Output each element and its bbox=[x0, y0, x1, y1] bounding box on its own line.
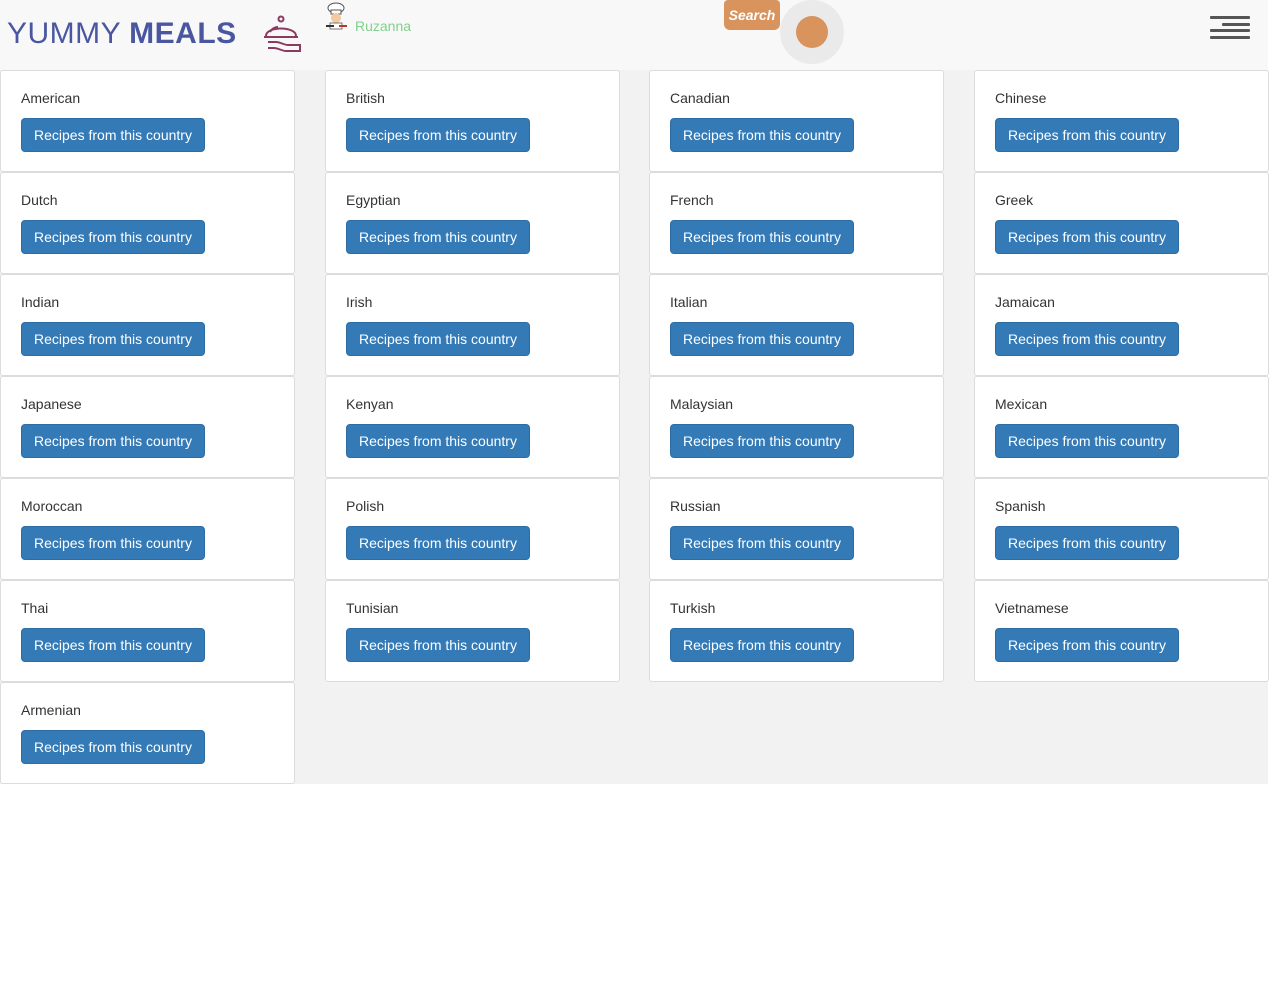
country-name: Japanese bbox=[21, 396, 82, 412]
site-logo[interactable]: YUMMY MEALS bbox=[7, 14, 237, 54]
recipes-from-country-button[interactable]: Recipes from this country bbox=[21, 628, 205, 662]
logo-word-yummy: YUMMY bbox=[7, 17, 122, 50]
country-name: Kenyan bbox=[346, 396, 394, 412]
country-card-thai: Thai Recipes from this country bbox=[0, 580, 295, 682]
country-name: British bbox=[346, 90, 385, 106]
recipes-from-country-button[interactable]: Recipes from this country bbox=[670, 424, 854, 458]
country-card-british: British Recipes from this country bbox=[325, 70, 620, 172]
country-name: Mexican bbox=[995, 396, 1048, 412]
country-name: Canadian bbox=[670, 90, 730, 106]
search-button[interactable]: Search bbox=[724, 0, 780, 30]
recipes-from-country-button[interactable]: Recipes from this country bbox=[670, 526, 854, 560]
recipes-from-country-button[interactable]: Recipes from this country bbox=[21, 424, 205, 458]
country-name: French bbox=[670, 192, 714, 208]
user-profile[interactable]: Ruzanna bbox=[322, 2, 411, 34]
recipes-from-country-button[interactable]: Recipes from this country bbox=[670, 118, 854, 152]
recipes-from-country-button[interactable]: Recipes from this country bbox=[995, 322, 1179, 356]
country-card-malaysian: Malaysian Recipes from this country bbox=[649, 376, 944, 478]
country-card-polish: Polish Recipes from this country bbox=[325, 478, 620, 580]
country-name: Italian bbox=[670, 294, 708, 310]
cloche-icon bbox=[264, 15, 301, 52]
country-card-jamaican: Jamaican Recipes from this country bbox=[974, 274, 1269, 376]
country-card-mexican: Mexican Recipes from this country bbox=[974, 376, 1269, 478]
country-card-chinese: Chinese Recipes from this country bbox=[974, 70, 1269, 172]
recipes-from-country-button[interactable]: Recipes from this country bbox=[346, 424, 530, 458]
country-name: Greek bbox=[995, 192, 1034, 208]
country-name: American bbox=[21, 90, 81, 106]
country-name: Vietnamese bbox=[995, 600, 1069, 616]
recipes-from-country-button[interactable]: Recipes from this country bbox=[21, 322, 205, 356]
country-name: Indian bbox=[21, 294, 60, 310]
chef-icon bbox=[326, 2, 347, 30]
recipes-from-country-button[interactable]: Recipes from this country bbox=[21, 730, 205, 764]
country-card-russian: Russian Recipes from this country bbox=[649, 478, 944, 580]
country-name: Armenian bbox=[21, 702, 81, 718]
search-toggle[interactable] bbox=[780, 0, 844, 64]
country-card-tunisian: Tunisian Recipes from this country bbox=[325, 580, 620, 682]
recipes-from-country-button[interactable]: Recipes from this country bbox=[346, 118, 530, 152]
recipes-from-country-button[interactable]: Recipes from this country bbox=[995, 118, 1179, 152]
recipes-from-country-button[interactable]: Recipes from this country bbox=[346, 220, 530, 254]
country-card-turkish: Turkish Recipes from this country bbox=[649, 580, 944, 682]
recipes-from-country-button[interactable]: Recipes from this country bbox=[670, 220, 854, 254]
country-card-spanish: Spanish Recipes from this country bbox=[974, 478, 1269, 580]
country-name: Spanish bbox=[995, 498, 1046, 514]
country-card-dutch: Dutch Recipes from this country bbox=[0, 172, 295, 274]
country-card-japanese: Japanese Recipes from this country bbox=[0, 376, 295, 478]
country-card-armenian: Armenian Recipes from this country bbox=[0, 682, 295, 784]
country-card-kenyan: Kenyan Recipes from this country bbox=[325, 376, 620, 478]
country-card-egyptian: Egyptian Recipes from this country bbox=[325, 172, 620, 274]
country-name: Chinese bbox=[995, 90, 1047, 106]
country-name: Malaysian bbox=[670, 396, 734, 412]
country-card-greek: Greek Recipes from this country bbox=[974, 172, 1269, 274]
logo-word-meals: MEALS bbox=[129, 17, 237, 50]
recipes-from-country-button[interactable]: Recipes from this country bbox=[21, 118, 205, 152]
country-name: Tunisian bbox=[346, 600, 399, 616]
country-name: Polish bbox=[346, 498, 385, 514]
country-card-moroccan: Moroccan Recipes from this country bbox=[0, 478, 295, 580]
country-card-indian: Indian Recipes from this country bbox=[0, 274, 295, 376]
country-name: Egyptian bbox=[346, 192, 401, 208]
country-card-canadian: Canadian Recipes from this country bbox=[649, 70, 944, 172]
country-name: Thai bbox=[21, 600, 49, 616]
user-name[interactable]: Ruzanna bbox=[355, 18, 411, 34]
country-name: Dutch bbox=[21, 192, 58, 208]
recipes-from-country-button[interactable]: Recipes from this country bbox=[346, 322, 530, 356]
country-name: Russian bbox=[670, 498, 721, 514]
recipes-from-country-button[interactable]: Recipes from this country bbox=[670, 322, 854, 356]
header-bar: YUMMY MEALS Ruzanna Search bbox=[0, 0, 1268, 70]
country-card-italian: Italian Recipes from this country bbox=[649, 274, 944, 376]
country-name: Turkish bbox=[670, 600, 716, 616]
recipes-from-country-button[interactable]: Recipes from this country bbox=[995, 628, 1179, 662]
recipes-from-country-button[interactable]: Recipes from this country bbox=[21, 220, 205, 254]
recipes-from-country-button[interactable]: Recipes from this country bbox=[346, 628, 530, 662]
recipes-from-country-button[interactable]: Recipes from this country bbox=[995, 526, 1179, 560]
search-toggle-knob bbox=[796, 16, 828, 48]
recipes-from-country-button[interactable]: Recipes from this country bbox=[995, 424, 1179, 458]
recipes-from-country-button[interactable]: Recipes from this country bbox=[670, 628, 854, 662]
recipes-from-country-button[interactable]: Recipes from this country bbox=[346, 526, 530, 560]
country-card-vietnamese: Vietnamese Recipes from this country bbox=[974, 580, 1269, 682]
country-name: Moroccan bbox=[21, 498, 83, 514]
hamburger-menu-icon[interactable] bbox=[1206, 16, 1250, 44]
recipes-from-country-button[interactable]: Recipes from this country bbox=[995, 220, 1179, 254]
recipes-from-country-button[interactable]: Recipes from this country bbox=[21, 526, 205, 560]
country-card-american: American Recipes from this country bbox=[0, 70, 295, 172]
country-name: Jamaican bbox=[995, 294, 1055, 310]
country-card-irish: Irish Recipes from this country bbox=[325, 274, 620, 376]
country-name: Irish bbox=[346, 294, 373, 310]
country-card-french: French Recipes from this country bbox=[649, 172, 944, 274]
